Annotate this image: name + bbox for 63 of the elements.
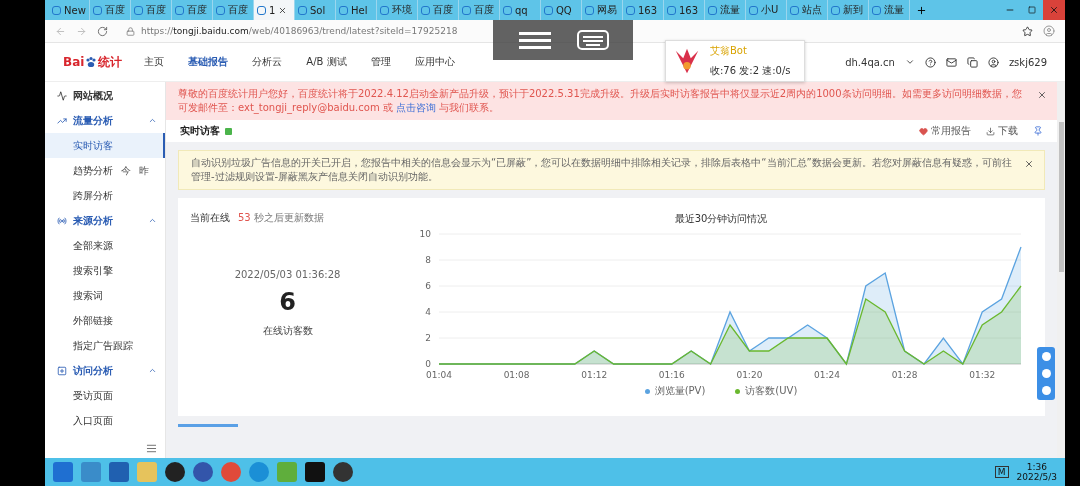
sidebar-item[interactable]: 指定广告跟踪 xyxy=(45,333,165,358)
bot-stats: 收:76 发:2 速:0/s xyxy=(710,64,791,78)
sidebar-item[interactable]: 跨屏分析 xyxy=(45,183,165,208)
sidebar-item[interactable]: 外部链接 xyxy=(45,308,165,333)
logo[interactable]: Bai 统计 xyxy=(63,53,123,71)
sidebar-item[interactable]: 流量分析 xyxy=(45,108,165,133)
axis-label: 01:08 xyxy=(503,370,530,380)
sidebar-item[interactable]: 访问分析 xyxy=(45,358,165,383)
nav-link[interactable]: 管理 xyxy=(370,55,391,69)
site-selector[interactable]: dh.4qa.cn xyxy=(845,56,895,68)
browser-tab[interactable]: 1 xyxy=(254,0,295,20)
notice-text: 自动识别垃圾广告信息的开关已开启，您报告中相关的信息会显示为“已屏蔽”，您可以在数据明细中排除相关记录，排除后表格中“当前汇总”数据会更新。若您对屏蔽信息有疑惑，可前往管理-过滤规则设置-屏蔽黑灰产信息关闭自动识别功能。 xyxy=(191,157,1012,182)
legend-item[interactable]: 访客数(UV) xyxy=(735,384,798,398)
sidebar-item[interactable]: 趋势分析 今 昨 xyxy=(45,158,165,183)
axis-label: 2 xyxy=(424,333,431,343)
nav-link[interactable]: 分析云 xyxy=(252,55,283,69)
axis-label: 10 xyxy=(419,229,431,239)
axis-label: 6 xyxy=(424,281,431,291)
axis-label: 0 xyxy=(424,359,431,369)
bot-title: 艾翁Bot xyxy=(710,44,748,58)
sidebar-item[interactable]: 入口页面 xyxy=(45,408,165,433)
address-field[interactable]: https://tongji.baidu.com/web/40186963/trend/latest?siteId=17925218 xyxy=(126,26,458,36)
sidebar-item[interactable]: 搜索引擎 xyxy=(45,258,165,283)
axis-label: 4 xyxy=(424,307,431,317)
online-label: 当前在线 xyxy=(190,212,230,223)
sidebar-tag[interactable]: 今 xyxy=(121,163,131,178)
axis-label: 01:32 xyxy=(968,370,995,380)
sidebar-item[interactable]: 全部来源 xyxy=(45,233,165,258)
sidebar-item[interactable]: 受访页面 xyxy=(45,383,165,408)
sidebar-tag[interactable]: 昨 xyxy=(139,163,149,178)
timestamp: 2022/05/03 01:36:28 xyxy=(234,269,341,280)
clock[interactable]: 1:36 2022/5/3 xyxy=(1016,462,1057,482)
nav-link[interactable]: 主页 xyxy=(144,55,165,69)
axis-label: 01:28 xyxy=(891,370,918,380)
nav-link[interactable]: 应用中心 xyxy=(414,55,455,69)
report-action[interactable]: 常用报告 xyxy=(919,124,971,138)
nav-link[interactable]: A/B 测试 xyxy=(306,55,347,69)
nav-link[interactable]: 基础报告 xyxy=(188,55,229,69)
page-title: 实时访客 xyxy=(180,124,220,138)
count-label: 在线访客数 xyxy=(262,324,313,338)
axis-label: 01:24 xyxy=(813,370,840,380)
axis-label: 01:16 xyxy=(658,370,685,380)
chart-title: 最近30分钟访问情况 xyxy=(674,212,768,226)
sidebar-item[interactable]: 网站概况 xyxy=(45,83,165,108)
sidebar-label: 来源分析 xyxy=(73,213,113,228)
axis-label: 01:20 xyxy=(735,370,762,380)
axis-label: 01:12 xyxy=(580,370,607,380)
sidebar-label: 网站概况 xyxy=(73,88,113,103)
alert-text: 尊敬的百度统计用户您好，百度统计将于2022.4.12启动全新产品升级，预计于2022.5.31完成升级。升级后实时访客报告中将仅显示近2周内的1000条访问明细。如需更多访问明细数据，您可发邮件至：ext_tongji_reply@baidu.com 或 点击咨询 与我们联系。 xyxy=(178,88,1022,113)
visitor-count: 6 xyxy=(279,288,296,316)
legend-item[interactable]: 浏览量(PV) xyxy=(644,384,706,398)
ime-indicator[interactable]: M xyxy=(994,466,1009,478)
sidebar-label: 访问分析 xyxy=(73,363,113,378)
sidebar-label: 流量分析 xyxy=(73,113,113,128)
sidebar-item[interactable]: 搜索词 xyxy=(45,283,165,308)
user-name[interactable]: zskj629 xyxy=(1008,56,1047,68)
refresh-countdown: 53 秒之后更新数据 xyxy=(238,212,324,223)
consult-link[interactable]: 点击咨询 xyxy=(396,102,437,113)
sidebar-item[interactable]: 来源分析 xyxy=(45,208,165,233)
axis-label: 8 xyxy=(424,255,431,265)
axis-label: 01:04 xyxy=(425,370,452,380)
report-action[interactable]: 下载 xyxy=(986,124,1018,138)
sidebar-item[interactable]: 实时访客 xyxy=(45,133,165,158)
